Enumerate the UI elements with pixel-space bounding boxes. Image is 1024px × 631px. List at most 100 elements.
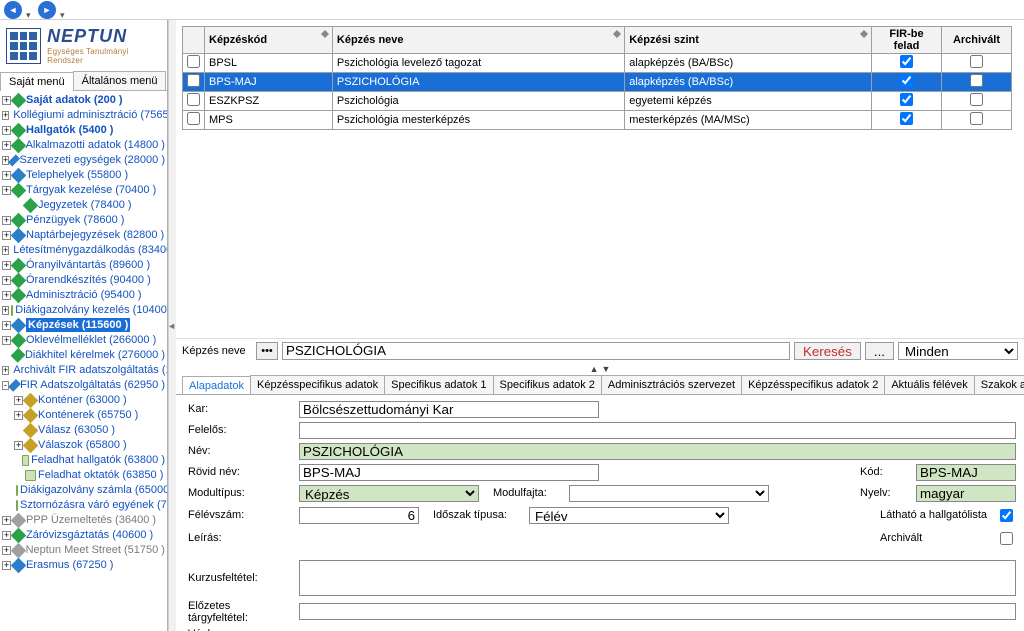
checkbox-lathato[interactable] bbox=[1000, 509, 1013, 522]
tree-node[interactable]: +Óranyilvántartás (89600 ) bbox=[0, 258, 167, 273]
tree-node[interactable]: +Pénzügyek (78600 ) bbox=[0, 213, 167, 228]
row-checkbox[interactable] bbox=[187, 55, 200, 68]
search-scope-select[interactable]: Minden bbox=[898, 342, 1018, 360]
back-button[interactable]: ◄ bbox=[4, 1, 22, 19]
col-name[interactable]: Képzés neve bbox=[332, 27, 624, 54]
tree-node[interactable]: +Oklevélmelléklet (266000 ) bbox=[0, 333, 167, 348]
tree-node[interactable]: +Archivált FIR adatszolgáltatás (14450 bbox=[0, 363, 167, 378]
tree-node[interactable]: Diákigazolvány számla (65000 ) bbox=[0, 483, 167, 498]
expand-icon[interactable]: + bbox=[2, 246, 9, 255]
tree-node[interactable]: +Adminisztráció (95400 ) bbox=[0, 288, 167, 303]
tree-node-label[interactable]: Válasz (63050 ) bbox=[38, 423, 115, 437]
col-arch[interactable]: Archivált bbox=[942, 27, 1012, 54]
tree-node-label[interactable]: Telephelyek (55800 ) bbox=[26, 168, 128, 182]
tree-node-label[interactable]: Órarendkészítés (90400 ) bbox=[26, 273, 151, 287]
tree-node[interactable]: + Diákigazolvány kezelés (10400 ) bbox=[0, 303, 167, 318]
search-input[interactable] bbox=[282, 342, 790, 360]
detail-tab[interactable]: Alapadatok bbox=[182, 376, 251, 395]
tree-node-label[interactable]: Naptárbejegyzések (82800 ) bbox=[26, 228, 164, 242]
detail-tab[interactable]: Aktuális félévek bbox=[884, 375, 974, 394]
tree-node-label[interactable]: Sztornózásra váró egyének (7210 bbox=[20, 498, 167, 512]
field-kar[interactable] bbox=[299, 401, 599, 418]
detail-tab[interactable]: Adminisztrációs szervezet bbox=[601, 375, 742, 394]
vertical-splitter[interactable]: ▲▼ bbox=[176, 363, 1024, 375]
field-elozetes[interactable] bbox=[299, 603, 1016, 620]
tree-node[interactable]: +Telephelyek (55800 ) bbox=[0, 168, 167, 183]
search-extra-button[interactable]: ... bbox=[865, 342, 894, 360]
col-check[interactable] bbox=[183, 27, 205, 54]
sort-icon[interactable] bbox=[860, 30, 868, 38]
tree-node-label[interactable]: Diákigazolvány kezelés (10400 ) bbox=[15, 303, 167, 317]
back-dropdown[interactable] bbox=[26, 9, 34, 17]
tree-node[interactable]: +Képzések (115600 ) bbox=[0, 318, 167, 333]
col-fir[interactable]: FIR-be felad bbox=[872, 27, 942, 54]
arch-checkbox[interactable] bbox=[970, 93, 983, 106]
tree-node[interactable]: +Konténerek (65750 ) bbox=[0, 408, 167, 423]
col-level[interactable]: Képzési szint bbox=[625, 27, 872, 54]
arch-checkbox[interactable] bbox=[970, 112, 983, 125]
tree-node[interactable]: Jegyzetek (78400 ) bbox=[0, 198, 167, 213]
table-row[interactable]: BPSLPszichológia levelező tagozatalapkép… bbox=[183, 54, 1012, 73]
tree-node[interactable]: Válasz (63050 ) bbox=[0, 423, 167, 438]
table-row[interactable]: BPS-MAJPSZICHOLÓGIAalapképzés (BA/BSc) bbox=[183, 73, 1012, 92]
search-button[interactable]: Keresés bbox=[794, 342, 861, 360]
tree-node-label[interactable]: PPP Üzemeltetés (36400 ) bbox=[26, 513, 156, 527]
detail-tab[interactable]: Specifikus adatok 2 bbox=[493, 375, 602, 394]
sort-icon[interactable] bbox=[613, 30, 621, 38]
tree-node[interactable]: +Kollégiumi adminisztráció (75650 ) bbox=[0, 108, 167, 123]
tree-node-label[interactable]: Képzések (115600 ) bbox=[26, 318, 130, 332]
tree-node-label[interactable]: Szervezeti egységek (28000 ) bbox=[19, 153, 165, 167]
field-kurzusfeltetel[interactable] bbox=[299, 560, 1016, 596]
detail-tab[interactable]: Képzésspecifikus adatok bbox=[250, 375, 385, 394]
field-nyelv[interactable] bbox=[916, 485, 1016, 502]
field-nev[interactable] bbox=[299, 443, 1016, 460]
tree-node-label[interactable]: Tárgyak kezelése (70400 ) bbox=[26, 183, 156, 197]
tree-node-label[interactable]: Jegyzetek (78400 ) bbox=[38, 198, 132, 212]
tree-node-label[interactable]: Adminisztráció (95400 ) bbox=[26, 288, 142, 302]
tree-node[interactable]: +Órarendkészítés (90400 ) bbox=[0, 273, 167, 288]
tree-node[interactable]: +Erasmus (67250 ) bbox=[0, 558, 167, 573]
field-rovid[interactable] bbox=[299, 464, 599, 481]
tree-node-label[interactable]: Saját adatok (200 ) bbox=[26, 93, 123, 107]
search-field-picker-button[interactable]: ••• bbox=[256, 342, 278, 360]
tree-node-label[interactable]: Erasmus (67250 ) bbox=[26, 558, 113, 572]
detail-tab[interactable]: Képzésspecifikus adatok 2 bbox=[741, 375, 885, 394]
field-felelos[interactable] bbox=[299, 422, 1016, 439]
detail-tab[interactable]: Specifikus adatok 1 bbox=[384, 375, 493, 394]
tree-node-label[interactable]: Óranyilvántartás (89600 ) bbox=[26, 258, 150, 272]
table-row[interactable]: MPSPszichológia mesterképzésmesterképzés… bbox=[183, 111, 1012, 130]
field-modultipus[interactable]: Képzés bbox=[299, 485, 479, 502]
sort-icon[interactable] bbox=[321, 30, 329, 38]
tree-node[interactable]: Feladhat oktatók (63850 ) bbox=[0, 468, 167, 483]
arch-checkbox[interactable] bbox=[970, 55, 983, 68]
forward-dropdown[interactable] bbox=[60, 9, 68, 17]
forward-button[interactable]: ► bbox=[38, 1, 56, 19]
tree-node[interactable]: +Alkalmazotti adatok (14800 ) bbox=[0, 138, 167, 153]
tree-node-label[interactable]: FIR Adatszolgáltatás (62950 ) bbox=[20, 378, 165, 392]
splitter[interactable]: ◄ bbox=[168, 20, 176, 631]
arch-checkbox[interactable] bbox=[970, 74, 983, 87]
expand-icon[interactable]: + bbox=[2, 111, 9, 120]
tree-node-label[interactable]: Oklevélmelléklet (266000 ) bbox=[26, 333, 156, 347]
tree-node[interactable]: +Neptun Meet Street (51750 ) bbox=[0, 543, 167, 558]
tree-node-label[interactable]: Hallgatók (5400 ) bbox=[26, 123, 113, 137]
field-felevszam[interactable] bbox=[299, 507, 419, 524]
tree-node[interactable]: +Naptárbejegyzések (82800 ) bbox=[0, 228, 167, 243]
tree-node[interactable]: -FIR Adatszolgáltatás (62950 ) bbox=[0, 378, 167, 393]
tab-own-menu[interactable]: Saját menü bbox=[0, 72, 74, 91]
field-modulfajta[interactable] bbox=[569, 485, 769, 502]
nav-tree[interactable]: +Saját adatok (200 )+Kollégiumi adminisz… bbox=[0, 91, 167, 631]
tree-node[interactable]: +Saját adatok (200 ) bbox=[0, 93, 167, 108]
detail-tab[interactable]: Szakok a diplomához és végzettség bbox=[974, 375, 1024, 394]
field-kod[interactable] bbox=[916, 464, 1016, 481]
expand-icon[interactable]: + bbox=[2, 306, 9, 315]
fir-checkbox[interactable] bbox=[900, 74, 913, 87]
tree-node-label[interactable]: Záróvizsgáztatás (40600 ) bbox=[26, 528, 153, 542]
tree-node-label[interactable]: Feladhat hallgatók (63800 ) bbox=[31, 453, 165, 467]
training-grid[interactable]: Képzéskód Képzés neve Képzési szint FIR-… bbox=[182, 26, 1012, 130]
tree-node-label[interactable]: Pénzügyek (78600 ) bbox=[26, 213, 124, 227]
tree-node-label[interactable]: Diákhitel kérelmek (276000 ) bbox=[25, 348, 165, 362]
tree-node-label[interactable]: Feladhat oktatók (63850 ) bbox=[38, 468, 163, 482]
tree-node[interactable]: +Válaszok (65800 ) bbox=[0, 438, 167, 453]
tree-node[interactable]: Feladhat hallgatók (63800 ) bbox=[0, 453, 167, 468]
